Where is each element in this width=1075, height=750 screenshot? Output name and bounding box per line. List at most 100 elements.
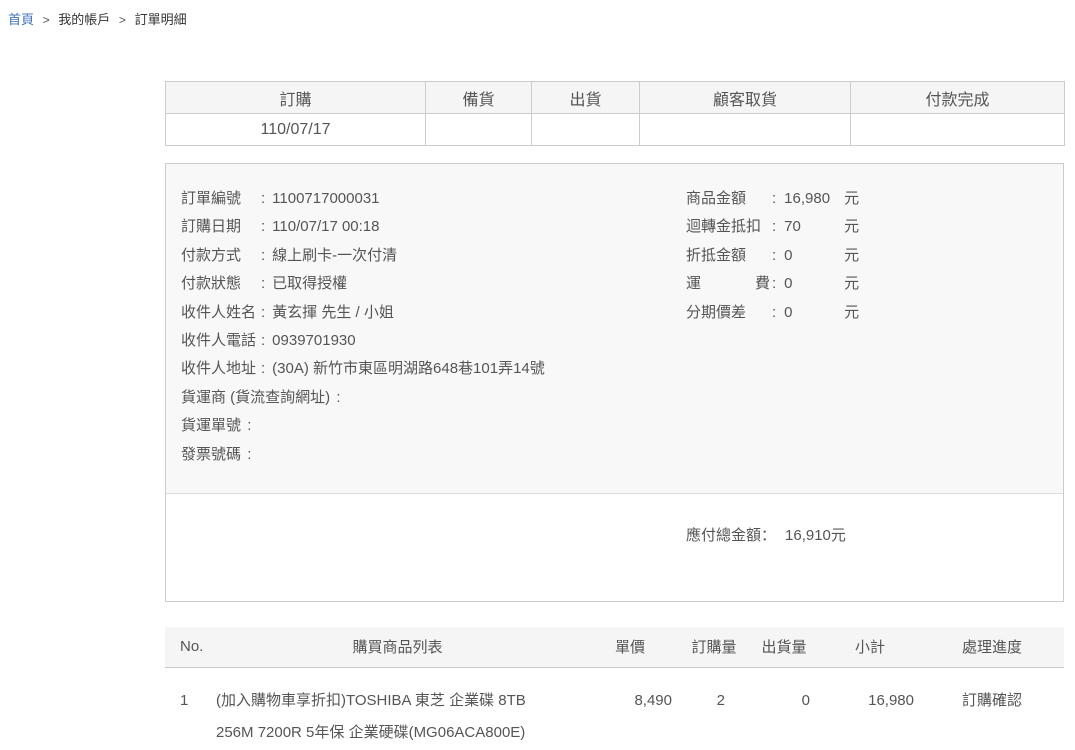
recipient-address-value: (30A) 新竹市東區明湖路648巷101弄14號 <box>272 360 545 377</box>
field-colon: : <box>772 275 776 292</box>
invoice-number-row: 發票號碼 : <box>181 441 686 469</box>
recipient-phone-row: 收件人電話:0939701930 <box>181 327 686 355</box>
breadcrumb-separator: > <box>43 13 50 27</box>
field-label: 折抵金額 <box>686 242 770 270</box>
order-info-left-column: 訂單編號:1100717000031 訂購日期:110/07/17 00:18 … <box>181 185 686 469</box>
breadcrumb: 首頁 > 我的帳戶 > 訂單明細 <box>0 0 1075 28</box>
goods-amount-row: 商品金額:16,980元 <box>686 185 1048 213</box>
recipient-name-row: 收件人姓名: 黃玄揮 先生 / 小姐 <box>181 299 686 327</box>
field-label: 貨運商 (貨流查詢網址) <box>181 389 330 406</box>
item-subtotal: 16,980 <box>820 667 920 750</box>
currency-unit: 元 <box>844 304 859 321</box>
breadcrumb-separator: > <box>119 13 126 27</box>
status-value-row: 110/07/17 <box>166 114 1065 146</box>
field-label: 付款方式 <box>181 242 259 270</box>
status-header-ordered: 訂購 <box>166 82 426 114</box>
field-colon: : <box>261 247 265 264</box>
items-header-name: 購買商品列表 <box>215 627 580 667</box>
order-total-section: 應付總金額： 16,910元 <box>166 494 1063 601</box>
breadcrumb-item-account[interactable]: 我的帳戶 <box>58 12 110 27</box>
status-value-shipped <box>532 114 640 146</box>
status-value-preparing <box>426 114 532 146</box>
items-header-order-qty: 訂購量 <box>680 627 748 667</box>
field-colon: : <box>261 275 265 292</box>
payment-status-row: 付款狀態: 已取得授權 <box>181 270 686 298</box>
carrier-row: 貨運商 (貨流查詢網址) : <box>181 384 686 412</box>
field-label: 運費 <box>686 270 770 298</box>
field-colon: : <box>261 360 265 377</box>
status-value-pickup <box>640 114 851 146</box>
field-colon: : <box>261 332 265 349</box>
table-row: 1 (加入購物車享折扣)TOSHIBA 東芝 企業碟 8TB 256M 7200… <box>165 667 1064 750</box>
order-date-row: 訂購日期:110/07/17 00:18 <box>181 213 686 241</box>
field-colon: : <box>247 446 251 463</box>
field-label: 收件人電話 <box>181 327 259 355</box>
field-label: 收件人姓名 <box>181 299 259 327</box>
tracking-number-row: 貨運單號 : <box>181 412 686 440</box>
order-detail-page: 訂購 備貨 出貨 顧客取貨 付款完成 110/07/17 訂單編號:110071… <box>165 81 1064 750</box>
rebate-deduction-row: 迴轉金抵扣:70元 <box>686 213 1048 241</box>
shipping-fee-value: 0 <box>784 270 842 298</box>
field-colon: : <box>772 190 776 207</box>
field-colon: : <box>247 417 251 434</box>
order-number-value: 1100717000031 <box>272 190 379 207</box>
order-info-details: 訂單編號:1100717000031 訂購日期:110/07/17 00:18 … <box>166 164 1063 494</box>
shipping-fee-row: 運費:0元 <box>686 270 1048 298</box>
field-label: 商品金額 <box>686 185 770 213</box>
field-label: 貨運單號 <box>181 417 241 434</box>
order-status-table: 訂購 備貨 出貨 顧客取貨 付款完成 110/07/17 <box>165 81 1065 146</box>
payment-method-value: 線上刷卡-一次付清 <box>272 247 397 264</box>
item-progress: 訂購確認 <box>920 667 1064 750</box>
currency-unit: 元 <box>844 190 859 207</box>
goods-amount-value: 16,980 <box>784 185 842 213</box>
field-colon: : <box>772 304 776 321</box>
currency-unit: 元 <box>844 275 859 292</box>
rebate-deduction-value: 70 <box>784 213 842 241</box>
total-amount-label: 應付總金額： <box>686 527 776 544</box>
item-no: 1 <box>165 667 215 750</box>
item-unit-price: 8,490 <box>580 667 680 750</box>
field-label: 訂購日期 <box>181 213 259 241</box>
status-header-shipped: 出貨 <box>532 82 640 114</box>
items-header-subtotal: 小計 <box>820 627 920 667</box>
order-info-right-column: 商品金額:16,980元 迴轉金抵扣:70元 折抵金額:0元 運費:0元 分期價… <box>686 185 1048 469</box>
item-name: (加入購物車享折扣)TOSHIBA 東芝 企業碟 8TB 256M 7200R … <box>215 667 580 750</box>
breadcrumb-item-current: 訂單明細 <box>135 12 187 27</box>
order-number-row: 訂單編號:1100717000031 <box>181 185 686 213</box>
field-colon: : <box>772 218 776 235</box>
installment-diff-value: 0 <box>784 299 842 327</box>
recipient-name-value: 黃玄揮 先生 / 小姐 <box>272 304 394 321</box>
items-header-no: No. <box>165 627 215 667</box>
status-value-ordered-date: 110/07/17 <box>166 114 426 146</box>
field-label: 收件人地址 <box>181 355 259 383</box>
field-colon: : <box>261 304 265 321</box>
discount-amount-row: 折抵金額:0元 <box>686 242 1048 270</box>
total-amount-value: 16,910元 <box>785 527 846 544</box>
items-header-row: No. 購買商品列表 單價 訂購量 出貨量 小計 處理進度 <box>165 627 1064 667</box>
breadcrumb-home-link[interactable]: 首頁 <box>8 12 34 27</box>
currency-unit: 元 <box>844 218 859 235</box>
status-header-preparing: 備貨 <box>426 82 532 114</box>
status-value-paid <box>851 114 1065 146</box>
recipient-phone-value: 0939701930 <box>272 332 355 349</box>
status-header-pickup: 顧客取貨 <box>640 82 851 114</box>
items-header-ship-qty: 出貨量 <box>748 627 820 667</box>
items-header-progress: 處理進度 <box>920 627 1064 667</box>
field-colon: : <box>261 218 265 235</box>
discount-amount-value: 0 <box>784 242 842 270</box>
payment-method-row: 付款方式: 線上刷卡-一次付清 <box>181 242 686 270</box>
order-date-value: 110/07/17 00:18 <box>272 218 379 235</box>
payment-status-value: 已取得授權 <box>272 275 347 292</box>
field-colon: : <box>336 389 340 406</box>
field-label: 付款狀態 <box>181 270 259 298</box>
field-label: 訂單編號 <box>181 185 259 213</box>
field-colon: : <box>772 247 776 264</box>
item-ship-qty: 0 <box>748 667 820 750</box>
field-label: 發票號碼 <box>181 446 241 463</box>
recipient-address-row: 收件人地址: (30A) 新竹市東區明湖路648巷101弄14號 <box>181 355 686 383</box>
items-header-unit-price: 單價 <box>580 627 680 667</box>
status-header-paid: 付款完成 <box>851 82 1065 114</box>
field-colon: : <box>261 190 265 207</box>
installment-diff-row: 分期價差:0元 <box>686 299 1048 327</box>
order-info-panel: 訂單編號:1100717000031 訂購日期:110/07/17 00:18 … <box>165 163 1064 602</box>
